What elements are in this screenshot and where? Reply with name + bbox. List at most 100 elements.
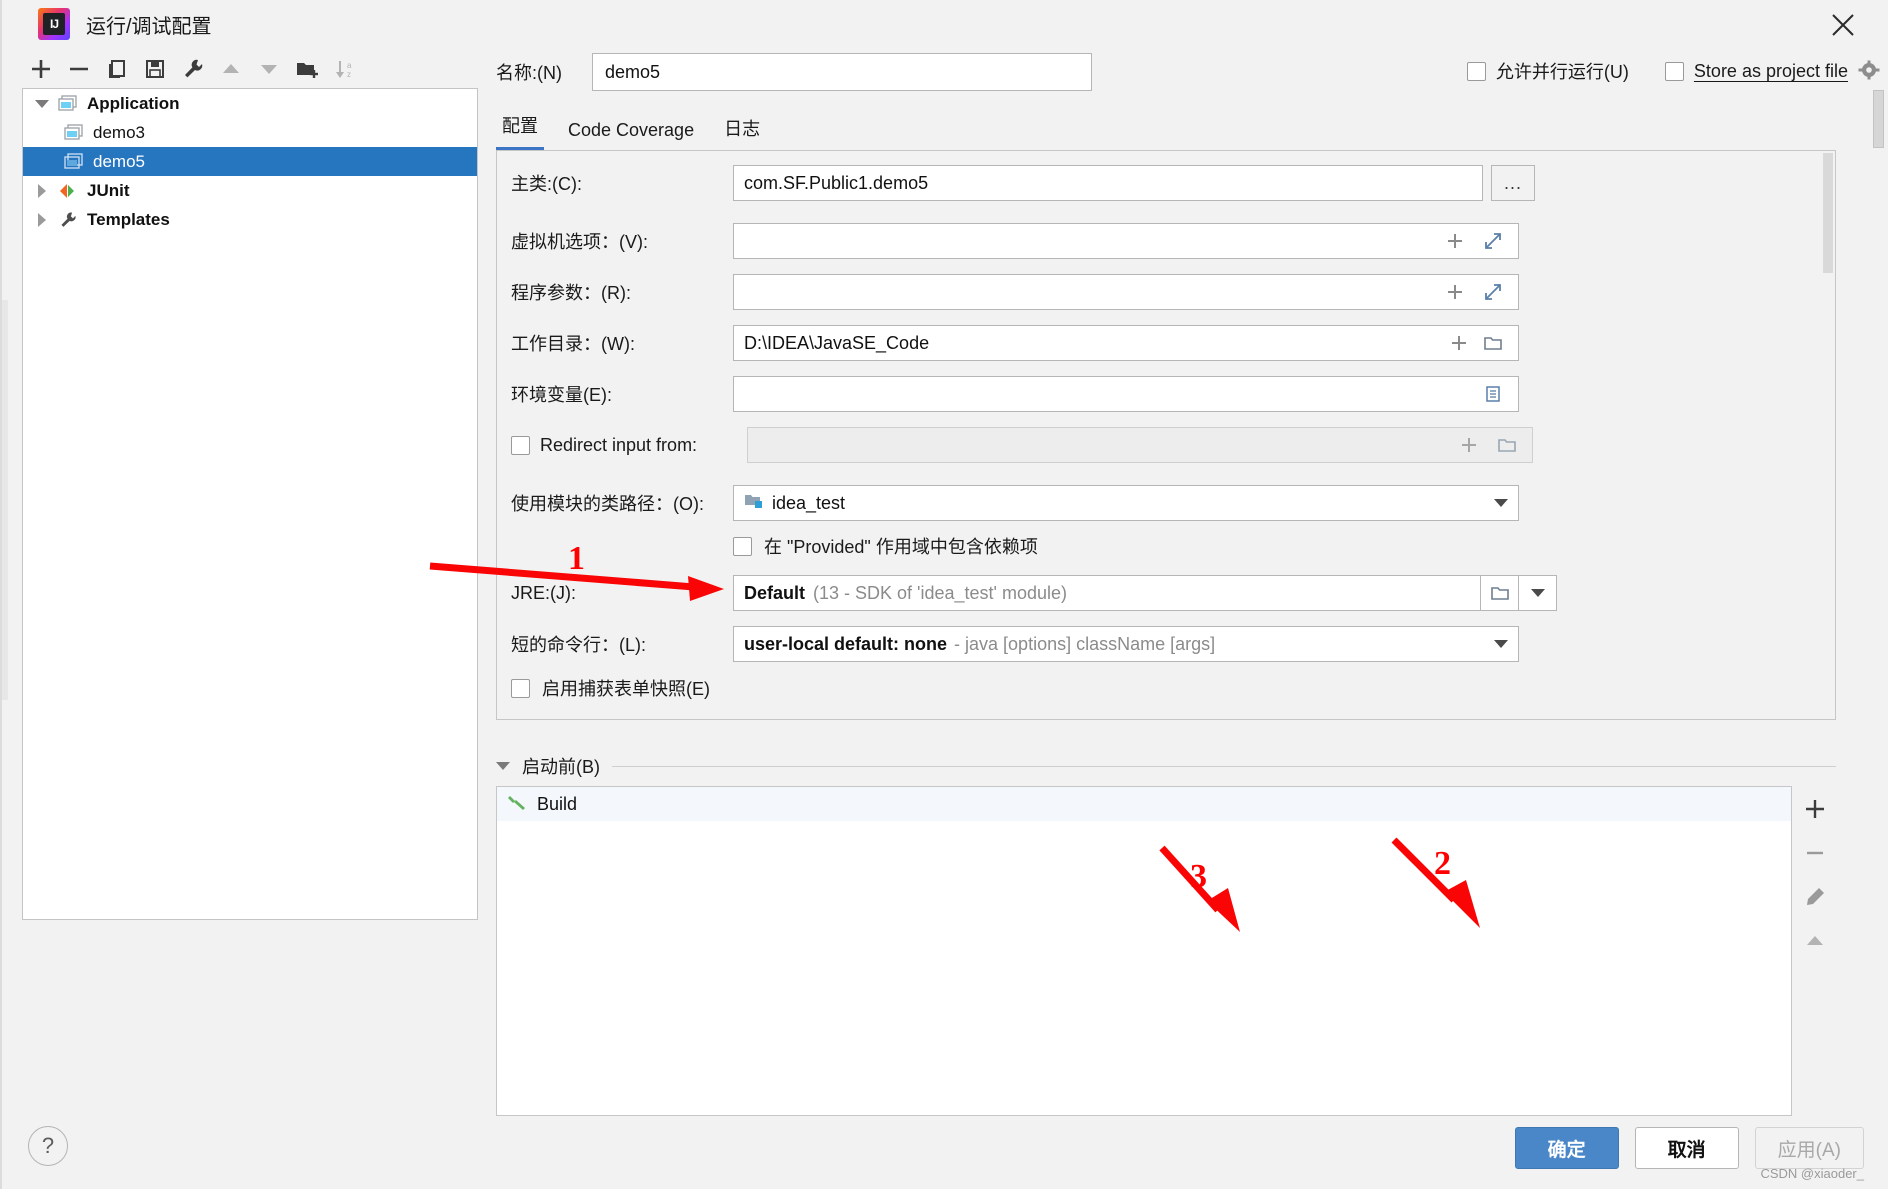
move-down-button[interactable] [250, 52, 288, 86]
gear-icon[interactable] [1858, 60, 1880, 82]
name-label: 名称:(N) [496, 63, 562, 83]
dialog-buttons: 确定 取消 应用(A) [1514, 1127, 1864, 1169]
vm-options-input[interactable] [733, 223, 1519, 259]
module-classpath-combo[interactable]: idea_test [733, 485, 1519, 521]
folder-icon[interactable] [1478, 328, 1508, 358]
main-class-field: 主类:(C): com.SF.Public1.demo5 ... [511, 165, 1811, 201]
include-provided-checkbox[interactable]: 在 "Provided" 作用域中包含依赖项 [733, 533, 1038, 559]
name-input[interactable]: demo5 [592, 53, 1092, 91]
checkbox-box[interactable] [1664, 61, 1684, 81]
tab-code-coverage[interactable]: Code Coverage [562, 116, 700, 150]
edit-templates-button[interactable] [174, 52, 212, 86]
twisty-collapsed-icon[interactable] [29, 206, 55, 234]
ok-button[interactable]: 确定 [1514, 1127, 1619, 1169]
main-class-input[interactable]: com.SF.Public1.demo5 [733, 165, 1483, 201]
left-edge-scrollbar[interactable] [2, 300, 8, 700]
sort-az-button[interactable]: az [326, 52, 364, 86]
allow-parallel-run-checkbox[interactable]: 允许并行运行(U) [1466, 58, 1629, 84]
plus-icon[interactable] [1440, 277, 1470, 307]
module-classpath-label: 使用模块的类路径：(O): [511, 494, 704, 514]
plus-icon[interactable] [1454, 430, 1484, 460]
redirect-input-checkbox[interactable]: Redirect input from: [511, 435, 733, 456]
new-folder-button[interactable] [288, 52, 326, 86]
remove-button[interactable] [60, 52, 98, 86]
tree-item-application[interactable]: Application [23, 89, 477, 118]
module-classpath-field: 使用模块的类路径：(O): idea_test [511, 485, 1811, 521]
add-button[interactable] [22, 52, 60, 86]
before-launch-item-label: Build [537, 793, 578, 814]
tab-bar: 配置 Code Coverage 日志 [496, 110, 1876, 150]
annotation-number-3: 3 [1190, 858, 1207, 895]
bl-edit-button[interactable] [1798, 882, 1832, 912]
run-debug-configurations-dialog: IJ 运行/调试配置 az Application demo3 demo5 JU… [0, 0, 1888, 1189]
dialog-scrollbar-thumb[interactable] [1873, 90, 1884, 148]
jre-value-bold: Default [744, 582, 806, 603]
panel-scrollbar-thumb[interactable] [1823, 153, 1833, 273]
before-launch-list[interactable]: Build [496, 786, 1792, 1116]
bl-add-button[interactable] [1798, 794, 1832, 824]
checkbox-box[interactable] [511, 678, 530, 698]
shorten-value-detail: - java [options] className [args] [954, 633, 1216, 654]
save-button[interactable] [136, 52, 174, 86]
redirect-input-label: Redirect input from: [540, 434, 698, 455]
main-class-browse-button[interactable]: ... [1491, 165, 1535, 201]
plus-icon[interactable] [1440, 226, 1470, 256]
dialog-title: 运行/调试配置 [86, 15, 212, 38]
environment-variables-label: 环境变量(E): [511, 385, 612, 405]
redirect-input-path[interactable] [747, 427, 1533, 463]
folder-icon[interactable] [1492, 430, 1522, 460]
tree-item-demo5[interactable]: demo5 [23, 147, 477, 176]
store-as-project-file-checkbox[interactable]: Store as project file [1664, 60, 1880, 82]
plus-icon[interactable] [1444, 328, 1474, 358]
checkbox-box[interactable] [733, 536, 752, 556]
expand-icon[interactable] [1478, 226, 1508, 256]
include-provided-label: 在 "Provided" 作用域中包含依赖项 [764, 537, 1038, 557]
close-icon[interactable] [1824, 6, 1862, 44]
jre-combo-input[interactable]: Default (13 - SDK of 'idea_test' module) [733, 575, 1481, 611]
shorten-command-line-combo[interactable]: user-local default: none - java [options… [733, 626, 1519, 662]
program-arguments-input[interactable] [733, 274, 1519, 310]
collapse-triangle-icon[interactable] [496, 762, 510, 770]
twisty-collapsed-icon[interactable] [29, 177, 55, 205]
allow-parallel-run-label: 允许并行运行(U) [1495, 62, 1629, 82]
expand-icon[interactable] [1478, 277, 1508, 307]
capture-form-snapshots-checkbox[interactable]: 启用捕获表单快照(E) [511, 675, 733, 701]
title-bar: IJ 运行/调试配置 [2, 0, 1888, 48]
before-launch-item-build[interactable]: Build [497, 787, 1791, 821]
configurations-tree[interactable]: Application demo3 demo5 JUnit Templates [22, 88, 478, 920]
shorten-command-line-field: 短的命令行：(L): user-local default: none - ja… [511, 626, 1811, 662]
help-button[interactable]: ? [28, 1126, 68, 1166]
tree-item-label: demo3 [93, 122, 145, 142]
list-icon[interactable] [1478, 379, 1508, 409]
top-options: 允许并行运行(U) Store as project file [1466, 58, 1880, 84]
chevron-down-icon[interactable] [1494, 640, 1508, 648]
bl-remove-button[interactable] [1798, 838, 1832, 868]
jre-dropdown-button[interactable] [1519, 575, 1557, 611]
configuration-panel: 主类:(C): com.SF.Public1.demo5 ... 虚拟机选项：(… [496, 150, 1836, 720]
copy-button[interactable] [98, 52, 136, 86]
tree-item-junit[interactable]: JUnit [23, 176, 477, 205]
tab-configuration[interactable]: 配置 [496, 108, 544, 150]
build-hammer-icon [507, 792, 527, 817]
working-directory-value: D:\IDEA\JavaSE_Code [744, 332, 930, 353]
svg-text:z: z [347, 70, 351, 79]
checkbox-box[interactable] [1466, 61, 1486, 81]
twisty-expanded-icon[interactable] [29, 90, 55, 118]
chevron-down-icon[interactable] [1494, 499, 1508, 507]
cancel-button[interactable]: 取消 [1634, 1127, 1739, 1169]
environment-variables-input[interactable] [733, 376, 1519, 412]
tree-item-label: Application [87, 93, 180, 113]
checkbox-box[interactable] [511, 435, 530, 455]
jre-browse-button[interactable] [1481, 575, 1519, 611]
application-icon [55, 93, 81, 115]
tab-logs[interactable]: 日志 [718, 111, 766, 150]
dialog-scrollbar[interactable] [1872, 90, 1886, 1110]
move-up-button[interactable] [212, 52, 250, 86]
bl-move-up-button[interactable] [1798, 926, 1832, 956]
jre-field: JRE:(J): Default (13 - SDK of 'idea_test… [511, 575, 1811, 611]
working-directory-input[interactable]: D:\IDEA\JavaSE_Code [733, 325, 1519, 361]
tree-item-demo3[interactable]: demo3 [23, 118, 477, 147]
application-icon [61, 122, 87, 144]
wrench-icon [55, 209, 81, 231]
tree-item-templates[interactable]: Templates [23, 205, 477, 234]
